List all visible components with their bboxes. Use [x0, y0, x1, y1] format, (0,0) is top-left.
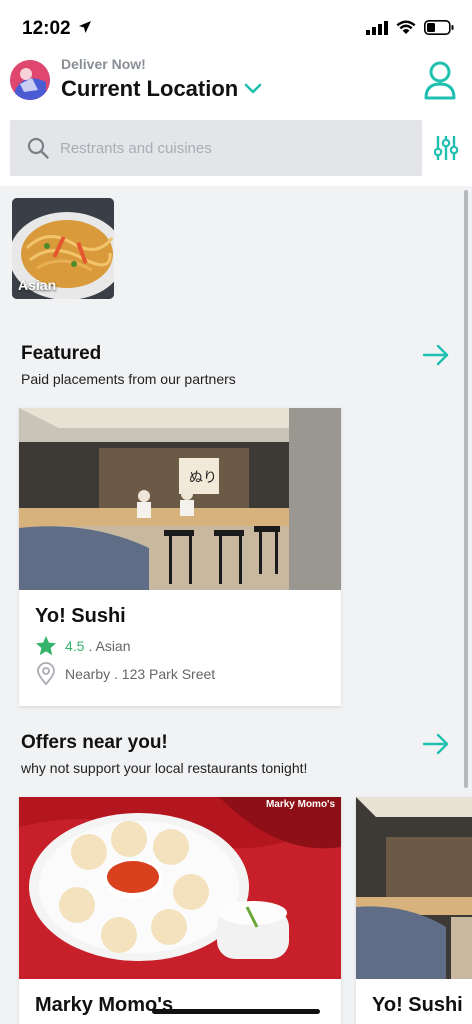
cellular-signal-icon — [366, 20, 388, 35]
filter-icon[interactable] — [434, 134, 458, 162]
offers-arrow-right-icon[interactable] — [422, 733, 450, 755]
offers-subtitle: why not support your local restaurants t… — [21, 760, 308, 776]
momos-photo — [19, 797, 341, 979]
avatar-illustration-icon — [10, 60, 50, 100]
avatar[interactable] — [10, 60, 50, 100]
status-icons — [366, 20, 454, 35]
featured-title: Featured — [21, 343, 102, 364]
restaurant-name: Yo! Sushi — [35, 605, 126, 627]
scrollbar[interactable] — [464, 190, 468, 788]
status-bar: 12:02 — [0, 0, 472, 56]
battery-icon — [424, 20, 454, 35]
search-icon — [27, 137, 49, 159]
location-arrow-icon — [79, 21, 91, 33]
featured-arrow-right-icon[interactable] — [422, 344, 450, 366]
profile-icon[interactable] — [424, 60, 456, 100]
location-row: Nearby . 123 Park Sreet — [35, 662, 215, 686]
rating-value: 4.5 — [65, 638, 85, 654]
restaurant-card-yo-sushi-offer[interactable]: Yo! Sushi — [356, 797, 472, 1024]
status-time: 12:02 — [22, 18, 71, 39]
svg-text:ぬり: ぬり — [189, 470, 217, 486]
restaurant-logo-text: Marky Momo's — [265, 799, 335, 810]
location-label: Current Location — [61, 76, 239, 101]
featured-subtitle: Paid placements from our partners — [21, 371, 236, 387]
map-pin-icon — [37, 662, 55, 686]
search-bar[interactable] — [10, 120, 422, 176]
restaurant-card-marky-momos[interactable]: Marky Momo's Marky Momo's — [19, 797, 341, 1024]
wifi-icon — [396, 20, 416, 34]
location-text: Nearby . 123 Park Sreet — [65, 666, 216, 682]
chevron-down-icon — [244, 83, 262, 94]
star-icon — [36, 636, 56, 656]
cuisine-label: . Asian — [88, 638, 131, 654]
search-input[interactable] — [60, 139, 380, 157]
location-selector[interactable]: Current Location — [61, 76, 262, 102]
header: Deliver Now! Current Location — [0, 56, 472, 186]
rating-row: 4.5 . Asian — [35, 635, 131, 657]
offers-title: Offers near you! — [21, 732, 168, 753]
restaurant-photo: ぬり — [19, 408, 341, 590]
home-indicator[interactable] — [152, 1009, 320, 1014]
category-tile-asian[interactable]: Asian — [12, 198, 114, 299]
restaurant-name: Yo! Sushi — [372, 994, 463, 1016]
restaurant-card-yo-sushi[interactable]: ぬり Yo! Sushi 4.5 . Asian Nearby . 123 Pa… — [19, 408, 341, 706]
category-label: Asian — [18, 277, 57, 293]
restaurant-photo — [356, 797, 472, 979]
deliver-label: Deliver Now! — [61, 56, 146, 72]
